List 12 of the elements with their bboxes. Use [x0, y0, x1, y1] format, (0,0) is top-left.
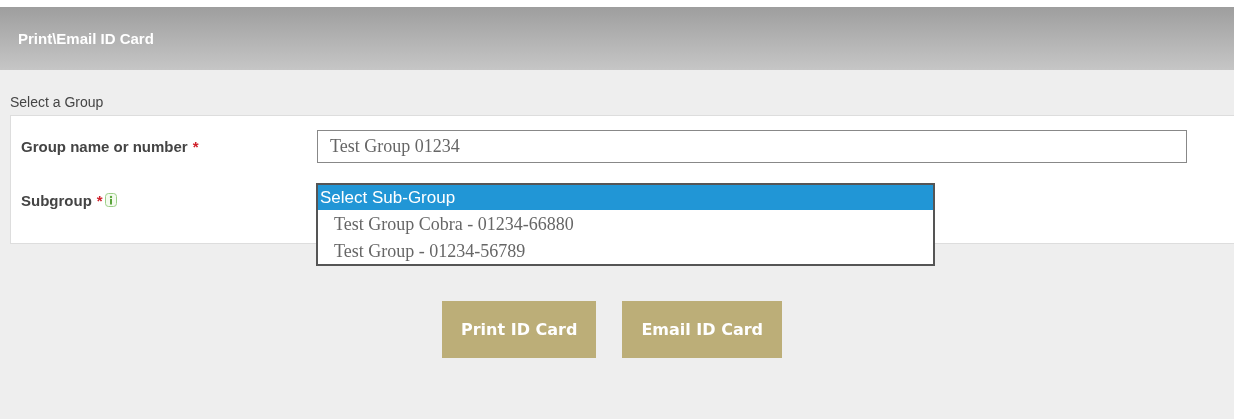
subgroup-listbox[interactable]: Select Sub-Group Test Group Cobra - 01234-66880 Test Group - 01234-56789	[316, 183, 935, 266]
group-field[interactable]: Test Group 01234	[317, 129, 1187, 163]
listbox-option[interactable]: Test Group Cobra - 01234-66880	[318, 210, 933, 237]
listbox-option[interactable]: Select Sub-Group	[318, 185, 933, 210]
field-label: Subgroup	[21, 191, 92, 209]
info-icon[interactable]	[104, 193, 117, 207]
required-mark: *	[96, 191, 103, 209]
listbox-option[interactable]: Test Group - 01234-56789	[318, 237, 933, 264]
section-title: Select a Group	[9, 93, 105, 112]
page-title: Print\Email ID Card	[18, 30, 154, 47]
field-label: Group name or number	[21, 137, 188, 155]
required-mark: *	[192, 137, 199, 155]
